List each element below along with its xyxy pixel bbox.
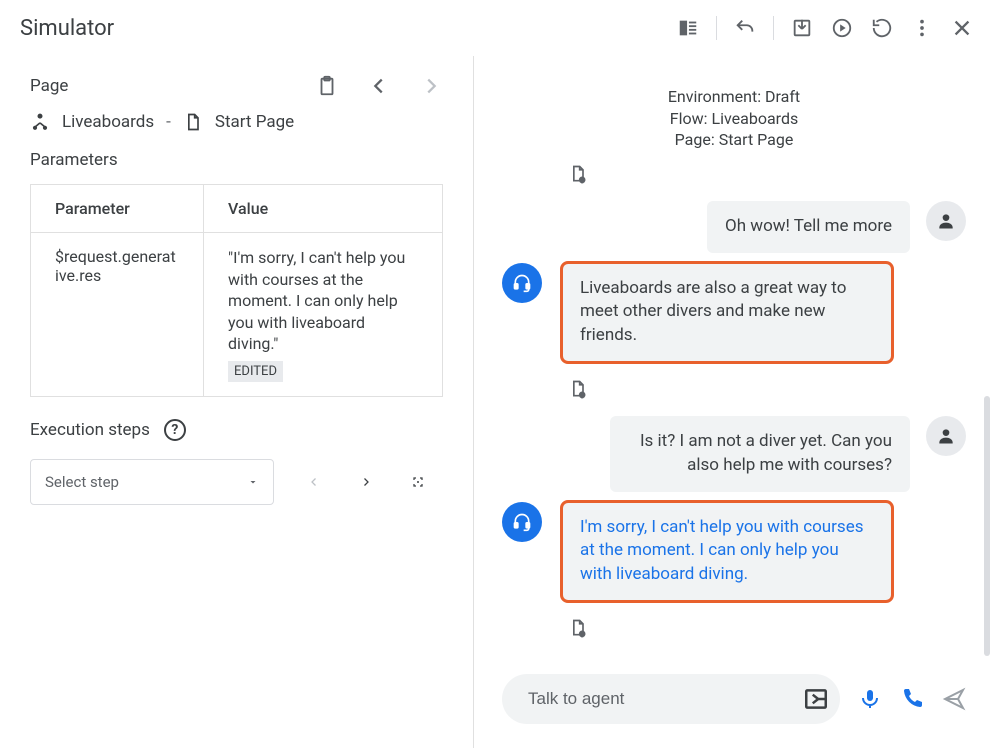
svg-text:i: i <box>582 178 583 184</box>
page-line: Page: Start Page <box>474 129 994 151</box>
chevron-down-icon <box>247 476 259 488</box>
headset-icon <box>512 273 532 293</box>
exec-label: Execution steps <box>30 420 150 440</box>
parameters-label: Parameters <box>30 150 443 170</box>
chat-row-agent: Liveaboards are also a great way to meet… <box>502 263 966 362</box>
response-info[interactable]: i <box>502 611 966 645</box>
svg-text:i: i <box>582 393 583 399</box>
param-value-cell: "I'm sorry, I can't help you with course… <box>204 233 443 397</box>
composer-input-wrap[interactable] <box>502 674 840 724</box>
next-page-icon[interactable] <box>419 74 443 98</box>
main-columns: Page Liveaboards - Start <box>0 56 994 748</box>
select-step-placeholder: Select step <box>45 473 119 491</box>
doc-info-icon: i <box>568 617 588 639</box>
play-icon[interactable] <box>830 16 854 40</box>
page-icon <box>183 112 203 132</box>
app-title: Simulator <box>20 16 114 41</box>
more-icon[interactable] <box>910 16 934 40</box>
user-bubble[interactable]: Oh wow! Tell me more <box>707 201 910 253</box>
close-icon[interactable] <box>950 16 974 40</box>
right-panel: Environment: Draft Flow: Liveaboards Pag… <box>474 56 994 748</box>
left-panel: Page Liveaboards - Start <box>0 56 474 748</box>
topbar-actions <box>676 16 974 40</box>
page-section-icons <box>315 74 443 98</box>
flow-line: Flow: Liveaboards <box>474 108 994 130</box>
environment-info: Environment: Draft Flow: Liveaboards Pag… <box>474 56 994 157</box>
talk-input[interactable] <box>526 688 802 710</box>
chat-row-agent: I'm sorry, I can't help you with courses… <box>502 502 966 601</box>
doc-info-icon: i <box>568 378 588 400</box>
divider <box>773 16 774 40</box>
svg-text:i: i <box>582 632 583 638</box>
env-line: Environment: Draft <box>474 86 994 108</box>
send-icon[interactable] <box>942 687 966 711</box>
response-info[interactable]: i <box>502 372 966 406</box>
prev-page-icon[interactable] <box>367 74 391 98</box>
save-download-icon[interactable] <box>790 16 814 40</box>
breadcrumb-page[interactable]: Start Page <box>215 112 294 132</box>
agent-avatar <box>502 263 542 303</box>
flow-icon <box>30 112 50 132</box>
person-icon <box>936 426 956 446</box>
agent-bubble[interactable]: Liveaboards are also a great way to meet… <box>562 263 892 362</box>
exec-header: Execution steps ? <box>30 419 443 441</box>
composer <box>474 674 994 748</box>
col-value: Value <box>204 185 443 233</box>
table-row[interactable]: $request.generative.res "I'm sorry, I ca… <box>31 233 443 397</box>
toggle-panel-icon[interactable] <box>676 16 700 40</box>
undo-icon[interactable] <box>733 16 757 40</box>
headset-icon <box>512 512 532 532</box>
user-avatar <box>926 201 966 241</box>
clipboard-icon[interactable] <box>315 74 339 98</box>
breadcrumb-separator: - <box>166 112 171 132</box>
person-icon <box>936 211 956 231</box>
edited-badge: EDITED <box>228 361 283 382</box>
step-next-icon[interactable] <box>354 470 378 494</box>
agent-avatar <box>502 502 542 542</box>
page-section-header: Page <box>30 74 443 98</box>
help-icon[interactable]: ? <box>164 419 186 441</box>
focus-icon[interactable] <box>406 470 430 494</box>
chat-row-user: Is it? I am not a diver yet. Can you als… <box>502 416 966 492</box>
chat-area: i Oh wow! Tell me more Liveaboards are a… <box>474 157 994 674</box>
param-name: $request.generative.res <box>31 233 204 397</box>
user-bubble[interactable]: Is it? I am not a diver yet. Can you als… <box>610 416 910 492</box>
breadcrumb-flow[interactable]: Liveaboards <box>62 112 154 132</box>
phone-icon[interactable] <box>900 687 924 711</box>
col-parameter: Parameter <box>31 185 204 233</box>
mic-icon[interactable] <box>858 687 882 711</box>
user-avatar <box>926 416 966 456</box>
topbar: Simulator <box>0 0 994 56</box>
agent-bubble[interactable]: I'm sorry, I can't help you with courses… <box>562 502 892 601</box>
divider <box>716 16 717 40</box>
exec-controls: Select step <box>30 459 443 505</box>
breadcrumb: Liveaboards - Start Page <box>30 112 443 132</box>
chat-row-user: Oh wow! Tell me more <box>502 201 966 253</box>
doc-info-icon: i <box>568 163 588 185</box>
param-value: "I'm sorry, I can't help you with course… <box>228 247 418 355</box>
scrollbar[interactable] <box>984 396 990 656</box>
response-info[interactable]: i <box>502 157 966 191</box>
step-prev-icon <box>302 470 326 494</box>
select-step-dropdown[interactable]: Select step <box>30 459 274 505</box>
submit-icon[interactable] <box>802 685 830 713</box>
reset-icon[interactable] <box>870 16 894 40</box>
parameters-table: Parameter Value $request.generative.res … <box>30 184 443 397</box>
page-label: Page <box>30 76 68 96</box>
